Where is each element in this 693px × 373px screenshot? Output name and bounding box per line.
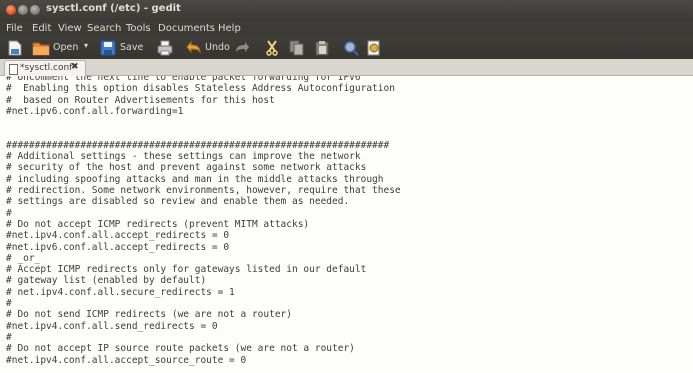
undo-icon[interactable] xyxy=(186,40,202,56)
save-button[interactable]: Save xyxy=(120,42,143,53)
tab-label: *sysctl.conf xyxy=(20,63,73,73)
code-line: # xyxy=(6,331,12,343)
cut-icon[interactable] xyxy=(265,40,279,56)
tab-close-icon[interactable]: ✖ xyxy=(71,62,79,72)
menu-help[interactable]: Help xyxy=(218,23,241,34)
code-line: # Do not accept ICMP redirects (prevent … xyxy=(6,218,310,230)
tab-strip: *sysctl.conf ✖ xyxy=(0,59,693,76)
code-line: #net.ipv4.conf.all.accept_source_route =… xyxy=(6,354,247,366)
text-file-icon xyxy=(9,64,18,75)
code-line: #net.ipv4.conf.all.send_redirects = 0 xyxy=(6,320,218,332)
code-line: # Do not accept IP source route packets … xyxy=(6,343,355,355)
redo-icon[interactable] xyxy=(234,40,250,56)
code-line: # _or_ xyxy=(6,252,41,264)
window-title: sysctl.conf (/etc) - gedit xyxy=(46,3,181,14)
open-folder-icon[interactable] xyxy=(32,40,50,56)
code-line: # gateway list (enabled by default) xyxy=(6,275,207,287)
title-bar[interactable]: sysctl.conf (/etc) - gedit xyxy=(0,0,693,20)
code-line: #net.ipv6.conf.all.forwarding=1 xyxy=(6,105,184,117)
menu-view[interactable]: View xyxy=(58,23,82,34)
menu-bar: File Edit View Search Tools Documents He… xyxy=(0,20,693,37)
code-line: # based on Router Advertisements for thi… xyxy=(6,94,275,106)
code-line: # xyxy=(6,207,12,219)
menu-tools[interactable]: Tools xyxy=(126,23,151,34)
find-replace-icon[interactable] xyxy=(366,40,382,56)
close-window-icon[interactable] xyxy=(6,5,16,15)
menu-edit[interactable]: Edit xyxy=(32,23,51,34)
open-dropdown-icon[interactable]: ▾ xyxy=(84,41,88,50)
minimize-window-icon[interactable] xyxy=(18,5,28,15)
code-line: # redirection. Some network environments… xyxy=(6,185,401,196)
code-line: #net.ipv6.conf.all.accept_redirects = 0 xyxy=(6,241,230,253)
tab-sysctl-conf[interactable]: *sysctl.conf ✖ xyxy=(4,60,86,76)
find-icon[interactable] xyxy=(343,40,359,56)
code-line: # xyxy=(6,298,12,309)
code-line: # net.ipv4.conf.all.secure_redirects = 1 xyxy=(6,286,235,298)
new-document-icon[interactable] xyxy=(8,40,22,56)
code-line: # Uncomment the next line to enable pack… xyxy=(6,76,361,83)
code-line: # Accept ICMP redirects only for gateway… xyxy=(6,264,367,276)
code-line: # Additional settings - these settings c… xyxy=(6,151,361,163)
gedit-window: sysctl.conf (/etc) - gedit File Edit Vie… xyxy=(0,0,693,373)
code-line: # including spoofing attacks and man in … xyxy=(6,173,384,185)
code-line: # Do not send ICMP redirects (we are not… xyxy=(6,309,292,321)
code-line: ########################################… xyxy=(6,139,390,151)
menu-file[interactable]: File xyxy=(6,23,23,34)
paste-icon[interactable] xyxy=(314,40,330,56)
maximize-window-icon[interactable] xyxy=(30,5,40,15)
save-icon[interactable] xyxy=(100,40,116,56)
menu-search[interactable]: Search xyxy=(87,23,121,34)
code-line: # settings are disabled so review and en… xyxy=(6,196,350,208)
copy-icon[interactable] xyxy=(289,40,305,56)
undo-button[interactable]: Undo xyxy=(205,42,230,53)
toolbar: Open ▾ Save Undo xyxy=(0,37,693,59)
code-line: # security of the host and prevent again… xyxy=(6,162,367,174)
menu-documents[interactable]: Documents xyxy=(158,23,215,34)
code-line: # Enabling this option disables Stateles… xyxy=(6,83,395,95)
open-button[interactable]: Open xyxy=(53,42,78,53)
print-icon[interactable] xyxy=(157,40,173,56)
text-editor[interactable]: # Uncomment the next line to enable pack… xyxy=(0,76,693,373)
code-line: #net.ipv4.conf.all.accept_redirects = 0 xyxy=(6,230,230,242)
